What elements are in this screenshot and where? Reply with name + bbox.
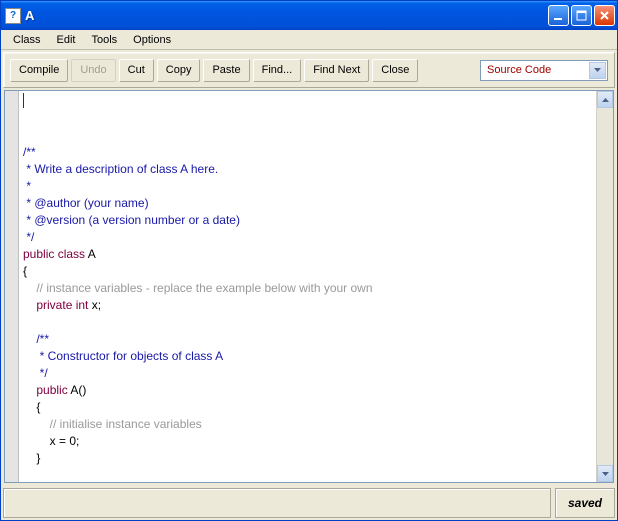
status-saved: saved bbox=[555, 488, 615, 518]
toolbar: Compile Undo Cut Copy Paste Find... Find… bbox=[3, 52, 615, 88]
code-line: x = 0; bbox=[23, 434, 79, 448]
code-line: * bbox=[23, 179, 34, 193]
cut-button[interactable]: Cut bbox=[119, 59, 154, 82]
editor-area: /** * Write a description of class A her… bbox=[4, 90, 614, 483]
chevron-down-icon bbox=[602, 472, 609, 476]
undo-button: Undo bbox=[71, 59, 115, 82]
code-line: * Constructor for objects of class A bbox=[23, 349, 223, 363]
compile-button[interactable]: Compile bbox=[10, 59, 68, 82]
menu-edit[interactable]: Edit bbox=[49, 32, 84, 48]
chevron-down-icon bbox=[589, 62, 606, 79]
code-line: public A() bbox=[23, 383, 86, 397]
maximize-button[interactable] bbox=[571, 5, 592, 26]
scroll-up-button[interactable] bbox=[597, 91, 613, 108]
code-line: public class A bbox=[23, 247, 96, 261]
menu-class[interactable]: Class bbox=[5, 32, 49, 48]
minimize-icon bbox=[553, 10, 564, 21]
scrollbar-track[interactable] bbox=[597, 108, 613, 465]
status-message bbox=[3, 488, 551, 518]
statusbar: saved bbox=[3, 488, 615, 518]
minimize-button[interactable] bbox=[548, 5, 569, 26]
vertical-scrollbar[interactable] bbox=[596, 91, 613, 482]
code-line: /** bbox=[23, 145, 36, 159]
maximize-icon bbox=[576, 10, 587, 21]
code-line: // instance variables - replace the exam… bbox=[23, 281, 373, 295]
close-icon bbox=[599, 10, 610, 21]
menu-tools[interactable]: Tools bbox=[83, 32, 125, 48]
window-controls bbox=[548, 5, 615, 26]
code-line: * @author (your name) bbox=[23, 196, 152, 210]
scroll-down-button[interactable] bbox=[597, 465, 613, 482]
find-button[interactable]: Find... bbox=[253, 59, 302, 82]
code-line: // initialise instance variables bbox=[23, 417, 202, 431]
view-selector-value: Source Code bbox=[487, 64, 551, 76]
titlebar[interactable]: ? A bbox=[1, 1, 617, 30]
menubar: Class Edit Tools Options bbox=[1, 30, 617, 50]
view-selector[interactable]: Source Code bbox=[480, 60, 608, 81]
menu-options[interactable]: Options bbox=[125, 32, 179, 48]
copy-button[interactable]: Copy bbox=[157, 59, 201, 82]
window-title: A bbox=[25, 8, 548, 23]
code-editor[interactable]: /** * Write a description of class A her… bbox=[19, 91, 596, 482]
find-next-button[interactable]: Find Next bbox=[304, 59, 369, 82]
code-line: { bbox=[23, 264, 27, 278]
close-editor-button[interactable]: Close bbox=[372, 59, 418, 82]
code-line: } bbox=[23, 451, 40, 465]
code-line: * @version (a version number or a date) bbox=[23, 213, 240, 227]
code-line: */ bbox=[23, 366, 48, 380]
code-line: { bbox=[23, 400, 40, 414]
text-caret bbox=[23, 93, 24, 108]
code-line: private int x; bbox=[23, 298, 101, 312]
code-line: */ bbox=[23, 230, 34, 244]
chevron-up-icon bbox=[602, 98, 609, 102]
editor-window: ? A Class Edit Tools Options Compile Und… bbox=[0, 0, 618, 521]
code-line: * Write a description of class A here. bbox=[23, 162, 218, 176]
app-icon: ? bbox=[5, 8, 21, 24]
code-line: /** bbox=[23, 332, 49, 346]
paste-button[interactable]: Paste bbox=[203, 59, 249, 82]
close-button[interactable] bbox=[594, 5, 615, 26]
line-gutter bbox=[5, 91, 19, 482]
